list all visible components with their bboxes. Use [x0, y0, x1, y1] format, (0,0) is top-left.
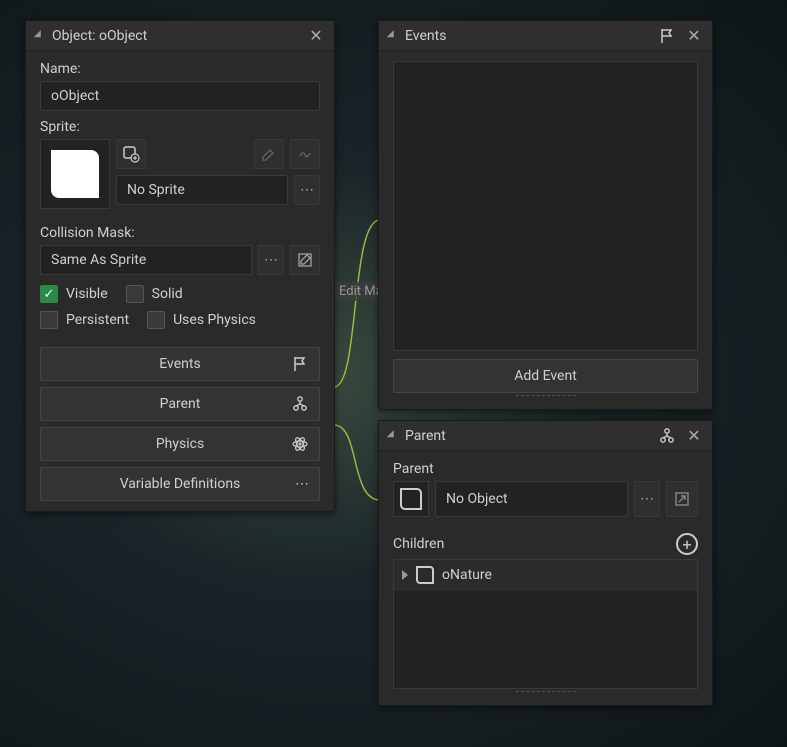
sprite-preview-icon — [51, 150, 99, 198]
close-icon[interactable]: ✕ — [306, 26, 326, 46]
uses-physics-checkbox[interactable]: Uses Physics — [147, 311, 256, 329]
events-panel-header[interactable]: Events ✕ — [379, 21, 712, 51]
children-label: Children — [393, 536, 444, 552]
add-event-button[interactable]: Add Event — [393, 359, 698, 393]
vardefs-button-label: Variable Definitions — [120, 476, 241, 492]
sprite-select[interactable]: No Sprite — [116, 175, 288, 205]
physics-button[interactable]: Physics — [40, 427, 320, 461]
sprite-browse-button[interactable]: ⋯ — [294, 175, 320, 205]
flag-icon — [658, 27, 676, 45]
object-panel-title: Object: oObject — [52, 28, 306, 44]
add-event-label: Add Event — [514, 368, 577, 384]
collapse-icon[interactable] — [387, 30, 398, 41]
parent-button[interactable]: Parent — [40, 387, 320, 421]
persistent-label: Persistent — [66, 312, 129, 328]
parent-value: No Object — [446, 491, 508, 507]
children-list: oNature — [393, 559, 698, 689]
object-panel: Object: oObject ✕ Name: Sprite: — [25, 20, 335, 512]
checkbox-icon — [40, 311, 58, 329]
collapse-icon[interactable] — [34, 30, 45, 41]
checkbox-icon — [126, 285, 144, 303]
visible-checkbox[interactable]: ✓ Visible — [40, 285, 108, 303]
sprite-preview[interactable] — [40, 139, 110, 209]
solid-label: Solid — [152, 286, 183, 302]
object-panel-header[interactable]: Object: oObject ✕ — [26, 21, 334, 51]
name-input[interactable] — [40, 81, 320, 111]
edit-sprite-button[interactable] — [254, 139, 284, 169]
name-label: Name: — [40, 61, 320, 77]
edit-image-button[interactable] — [290, 139, 320, 169]
parent-browse-button[interactable]: ⋯ — [634, 481, 660, 517]
parent-select[interactable]: No Object — [435, 481, 628, 517]
events-list[interactable] — [393, 61, 698, 351]
child-item[interactable]: oNature — [394, 560, 697, 590]
events-panel-title: Events — [405, 28, 658, 44]
persistent-checkbox[interactable]: Persistent — [40, 311, 129, 329]
child-name: oNature — [442, 567, 492, 583]
physics-button-label: Physics — [156, 436, 204, 452]
collision-mask-value: Same As Sprite — [51, 252, 146, 268]
events-button-label: Events — [159, 356, 200, 372]
flag-icon — [291, 355, 309, 373]
variable-definitions-button[interactable]: Variable Definitions ⋯ — [40, 467, 320, 501]
solid-checkbox[interactable]: Solid — [126, 285, 183, 303]
open-parent-button[interactable] — [666, 481, 698, 517]
atom-icon — [291, 435, 309, 453]
collision-browse-button[interactable]: ⋯ — [258, 245, 284, 275]
resize-handle[interactable] — [393, 393, 698, 399]
collision-mask-label: Collision Mask: — [40, 225, 320, 241]
object-icon — [416, 566, 434, 584]
hierarchy-icon — [658, 427, 676, 445]
close-icon[interactable]: ✕ — [684, 26, 704, 46]
add-child-button[interactable]: + — [676, 533, 698, 555]
sprite-value: No Sprite — [127, 182, 185, 198]
collapse-icon[interactable] — [387, 430, 398, 441]
checkbox-icon — [147, 311, 165, 329]
events-button[interactable]: Events — [40, 347, 320, 381]
resize-handle[interactable] — [393, 689, 698, 695]
object-icon — [400, 488, 422, 510]
close-icon[interactable]: ✕ — [684, 426, 704, 446]
checkbox-icon: ✓ — [40, 285, 58, 303]
parent-panel-header[interactable]: Parent ✕ — [379, 421, 712, 451]
uses-physics-label: Uses Physics — [173, 312, 256, 328]
parent-label: Parent — [393, 461, 698, 477]
visible-label: Visible — [66, 286, 108, 302]
expand-icon[interactable] — [402, 570, 408, 580]
parent-preview[interactable] — [393, 481, 429, 517]
parent-panel: Parent ✕ Parent No Object ⋯ Children + o… — [378, 420, 713, 706]
ellipsis-icon: ⋯ — [295, 476, 309, 492]
sprite-label: Sprite: — [40, 119, 320, 135]
collision-mask-select[interactable]: Same As Sprite — [40, 245, 252, 275]
new-sprite-button[interactable] — [116, 139, 146, 169]
hierarchy-icon — [291, 395, 309, 413]
parent-button-label: Parent — [160, 396, 201, 412]
edit-mask-button[interactable] — [290, 245, 320, 275]
events-panel: Events ✕ Add Event — [378, 20, 713, 410]
parent-panel-title: Parent — [405, 428, 658, 444]
